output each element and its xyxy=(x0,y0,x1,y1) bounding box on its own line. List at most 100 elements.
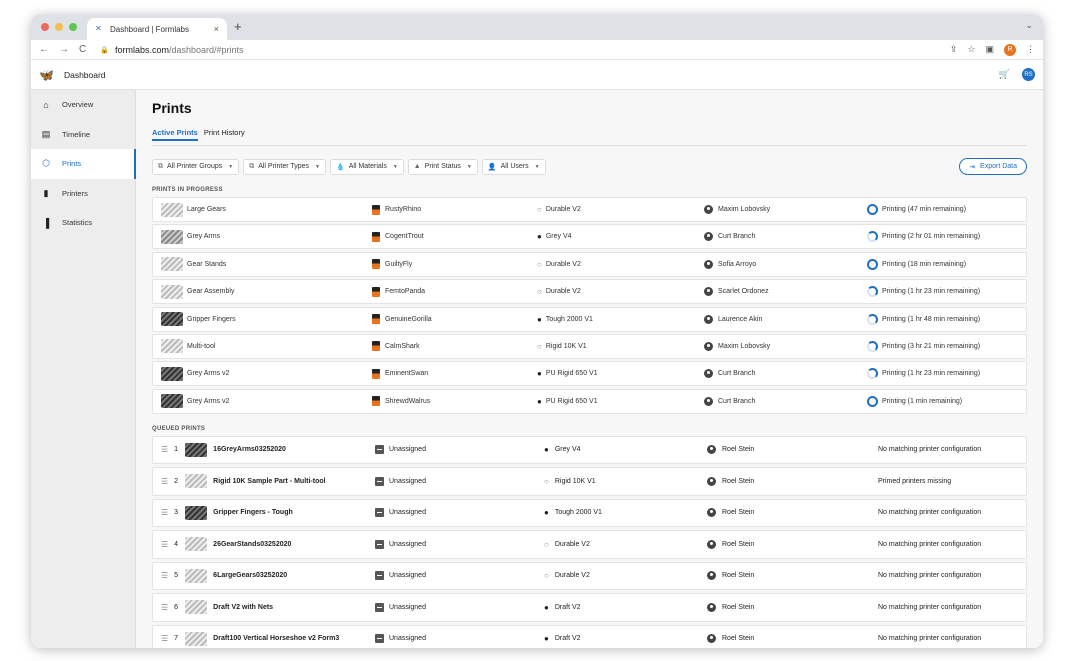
sidebar-item-label: Statistics xyxy=(62,218,93,228)
drag-handle-icon[interactable]: ☰ xyxy=(161,540,168,549)
progress-ring-icon xyxy=(867,395,878,407)
close-window-button[interactable] xyxy=(41,23,49,31)
print-row[interactable]: Grey Arms CogentTrout ● Grey V4 Curt Branch P… xyxy=(152,224,1027,250)
queued-print-name[interactable]: Draft100 Vertical Horseshoe v2 Form3 xyxy=(213,635,339,642)
back-button[interactable]: ← xyxy=(39,44,49,55)
url-field[interactable]: 🔒 formlabs.com/dashboard/#prints xyxy=(100,45,243,55)
forward-button[interactable]: → xyxy=(59,44,69,55)
drag-handle-icon[interactable]: ☰ xyxy=(161,477,168,486)
sidebar-item-prints[interactable]: ⬡ Prints xyxy=(31,149,136,179)
printer-assignment: Unassigned xyxy=(389,540,426,548)
sidebar-item-timeline[interactable]: ▤ Timeline xyxy=(31,120,135,150)
droplet-icon: ● xyxy=(544,602,549,612)
drag-handle-icon[interactable]: ☰ xyxy=(161,445,168,454)
new-tab-button[interactable]: + xyxy=(234,19,242,34)
export-data-button[interactable]: ⇥ Export Data xyxy=(959,158,1027,175)
prints-tabs: Active Prints Print History xyxy=(152,128,1027,146)
queued-print-row[interactable]: ☰ 4 26GearStands03252020 Unassigned ○ Durable… xyxy=(152,530,1027,559)
reload-button[interactable]: C xyxy=(79,44,86,55)
sidebar-item-overview[interactable]: ⌂ Overview xyxy=(31,90,135,120)
tab-print-history[interactable]: Print History xyxy=(204,128,245,141)
profile-avatar[interactable]: R xyxy=(1004,43,1016,56)
print-row[interactable]: Multi-tool CalmShark ○ Rigid 10K V1 Maxim Lo… xyxy=(152,333,1027,359)
calendar-icon: ▤ xyxy=(41,128,51,139)
filter-print-status[interactable]: ▲ Print Status ▼ xyxy=(407,158,478,175)
queued-print-name[interactable]: Gripper Fingers - Tough xyxy=(213,509,293,516)
share-icon[interactable]: ⇪ xyxy=(950,44,958,55)
drag-handle-icon[interactable]: ☰ xyxy=(161,571,168,580)
printer-name[interactable]: CalmShark xyxy=(385,343,420,350)
queued-print-name[interactable]: Draft V2 with Nets xyxy=(213,604,273,611)
queued-print-row[interactable]: ☰ 6 Draft V2 with Nets Unassigned ● Draft V2 R… xyxy=(152,593,1027,622)
part-thumbnail xyxy=(185,474,208,489)
material-name: Tough 2000 V1 xyxy=(545,315,593,323)
filter-users[interactable]: 👤 All Users ▼ xyxy=(481,158,546,175)
queued-print-row[interactable]: ☰ 5 6LargeGears03252020 Unassigned ○ Durable … xyxy=(152,561,1027,591)
printer-icon xyxy=(372,259,380,270)
queued-print-name[interactable]: 16GreyArms03252020 xyxy=(213,446,286,453)
address-bar: ← → C 🔒 formlabs.com/dashboard/#prints ⇪… xyxy=(31,40,1043,60)
unassigned-printer-icon xyxy=(375,539,384,549)
bookmark-star-icon[interactable]: ☆ xyxy=(967,44,975,55)
browser-window: ✕ Dashboard | Formlabs × + ⌄ ← → C 🔒 for… xyxy=(31,14,1043,648)
print-row[interactable]: Gripper Fingers GenuineGorilla ● Tough 2000… xyxy=(152,306,1027,332)
unassigned-printer-icon xyxy=(375,602,384,612)
user-avatar[interactable]: RS xyxy=(1022,68,1035,81)
printer-assignment: Unassigned xyxy=(389,572,426,580)
minimize-window-button[interactable] xyxy=(55,23,63,31)
queue-position: 3 xyxy=(174,509,179,517)
printer-icon xyxy=(372,231,380,242)
print-row[interactable]: Gear Assembly FemtoPanda ○ Durable V2 Scarle… xyxy=(152,279,1027,305)
drag-handle-icon[interactable]: ☰ xyxy=(161,508,168,517)
queued-print-name[interactable]: Rigid 10K Sample Part - Multi-tool xyxy=(213,478,325,485)
tab-search-chevron-icon[interactable]: ⌄ xyxy=(1025,20,1033,31)
printer-name[interactable]: EminentSwan xyxy=(385,370,428,377)
progress-ring-icon xyxy=(867,340,878,352)
printer-name[interactable]: FemtoPanda xyxy=(385,288,425,295)
browser-tab[interactable]: ✕ Dashboard | Formlabs × xyxy=(87,18,227,40)
print-row[interactable]: Large Gears RustyRhino ○ Durable V2 Maxim Lo… xyxy=(152,197,1027,222)
formlabs-favicon-icon: ✕ xyxy=(95,24,102,33)
queued-print-name[interactable]: 6LargeGears03252020 xyxy=(213,572,287,579)
filter-materials[interactable]: 💧 All Materials ▼ xyxy=(330,158,404,175)
part-thumbnail xyxy=(161,366,183,381)
queued-print-row[interactable]: ☰ 1 16GreyArms03252020 Unassigned ● Grey V4 Ro… xyxy=(152,435,1027,465)
queued-print-row[interactable]: ☰ 3 Gripper Fingers - Tough Unassigned ● Toug… xyxy=(152,498,1027,528)
browser-menu-icon[interactable]: ⋮ xyxy=(1026,44,1035,55)
queued-print-row[interactable]: ☰ 7 Draft100 Vertical Horseshoe v2 Form3 Un… xyxy=(152,624,1027,648)
filter-label: Print Status xyxy=(424,163,461,170)
print-row[interactable]: Gear Stands GuiltyFly ○ Durable V2 Sofia Arr… xyxy=(152,251,1027,277)
formlabs-logo-icon[interactable]: 🦋 xyxy=(39,68,54,82)
filter-label: All Printer Groups xyxy=(167,163,223,170)
sidebar-item-statistics[interactable]: ▐ Statistics xyxy=(31,208,135,238)
window-controls xyxy=(41,23,77,31)
droplet-icon: ○ xyxy=(537,259,542,269)
printer-name[interactable]: GenuineGorilla xyxy=(385,316,432,323)
printer-name[interactable]: ShrewdWalrus xyxy=(385,398,430,405)
printer-name[interactable]: GuiltyFly xyxy=(385,261,412,268)
queued-print-name[interactable]: 26GearStands03252020 xyxy=(213,541,291,548)
queued-print-row[interactable]: ☰ 2 Rigid 10K Sample Part - Multi-tool Unas… xyxy=(152,467,1027,496)
cart-icon[interactable]: 🛒 xyxy=(999,69,1010,80)
printer-icon: ▮ xyxy=(43,187,49,198)
user-name: Sofia Arroyo xyxy=(718,260,757,268)
progress-ring-icon xyxy=(867,231,878,243)
filter-printer-groups[interactable]: ⧉ All Printer Groups ▼ xyxy=(152,158,240,175)
filter-printer-types[interactable]: ⧉ All Printer Types ▼ xyxy=(243,158,326,175)
printer-name[interactable]: RustyRhino xyxy=(385,206,421,213)
drag-handle-icon[interactable]: ☰ xyxy=(161,634,168,643)
user-icon xyxy=(707,445,716,455)
sidebar-item-printers[interactable]: ▮ Printers xyxy=(31,179,135,209)
part-thumbnail xyxy=(161,257,183,272)
maximize-window-button[interactable] xyxy=(69,23,77,31)
print-row[interactable]: Grey Arms v2 ShrewdWalrus ● PU Rigid 650 V1… xyxy=(152,388,1027,414)
print-row[interactable]: Grey Arms v2 EminentSwan ● PU Rigid 650 V1 C… xyxy=(152,361,1027,387)
printer-name[interactable]: CogentTrout xyxy=(385,233,424,240)
caret-down-icon: ▼ xyxy=(392,163,398,170)
drag-handle-icon[interactable]: ☰ xyxy=(161,603,168,612)
droplet-icon: ○ xyxy=(537,341,542,351)
queue-status: No matching printer configuration xyxy=(878,603,982,611)
tab-close-icon[interactable]: × xyxy=(214,24,219,34)
tab-active-prints[interactable]: Active Prints xyxy=(152,128,198,141)
side-panel-icon[interactable]: ▣ xyxy=(985,44,994,55)
